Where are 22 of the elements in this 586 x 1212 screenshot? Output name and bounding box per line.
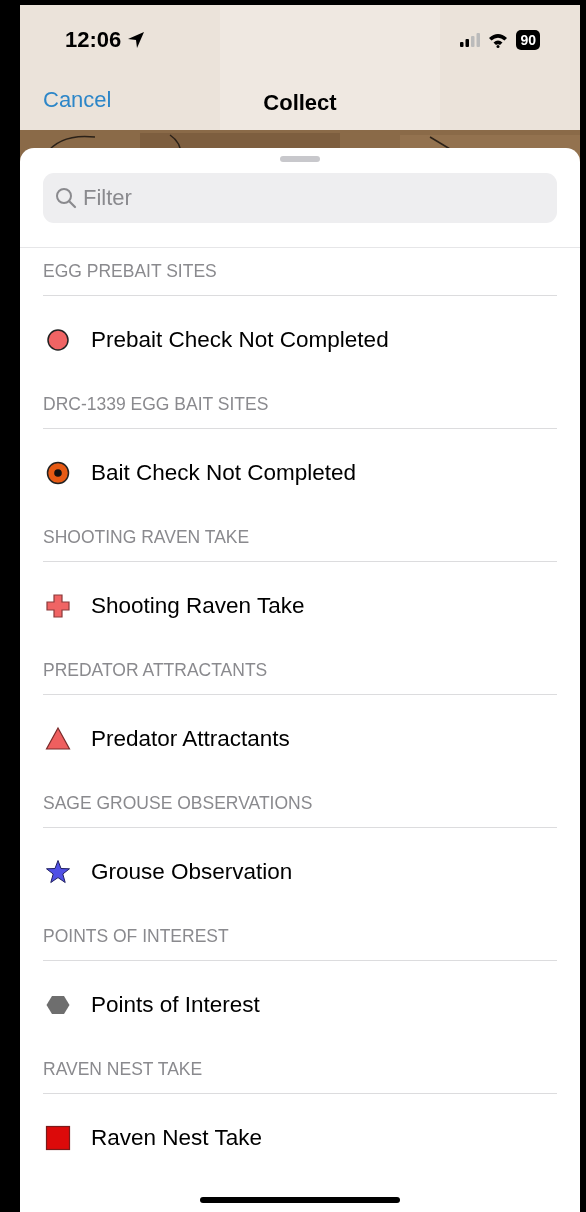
sheet-grabber[interactable] <box>280 156 320 162</box>
section-header: EGG PREBAIT SITES <box>43 261 217 282</box>
signal-icon <box>460 33 481 47</box>
layer-item[interactable]: Grouse Observation <box>43 828 557 913</box>
section-header: RAVEN NEST TAKE <box>43 1059 203 1080</box>
section-header: DRC-1339 EGG BAIT SITES <box>43 394 269 415</box>
battery-icon: 90 <box>516 30 540 50</box>
layer-item[interactable]: Bait Check Not Completed <box>43 429 557 514</box>
nav-title: Collect <box>263 90 337 116</box>
section-header: SHOOTING RAVEN TAKE <box>43 527 250 548</box>
location-arrow-icon <box>127 31 146 49</box>
layer-item[interactable]: Predator Attractants <box>43 695 557 780</box>
filter-field[interactable]: Filter <box>43 173 557 223</box>
layer-item[interactable]: Shooting Raven Take <box>43 562 557 647</box>
layer-item[interactable]: Points of Interest <box>43 961 557 1046</box>
status-time: 12:06 <box>65 27 122 53</box>
layer-item[interactable]: Prebait Check Not Completed <box>43 296 557 381</box>
wifi-icon <box>488 32 509 48</box>
section-header: POINTS OF INTEREST <box>43 926 229 947</box>
section-header: PREDATOR ATTRACTANTS <box>43 660 268 681</box>
layer-item[interactable]: Raven Nest Take <box>43 1094 557 1179</box>
section-header: SAGE GROUSE OBSERVATIONS <box>43 793 313 814</box>
